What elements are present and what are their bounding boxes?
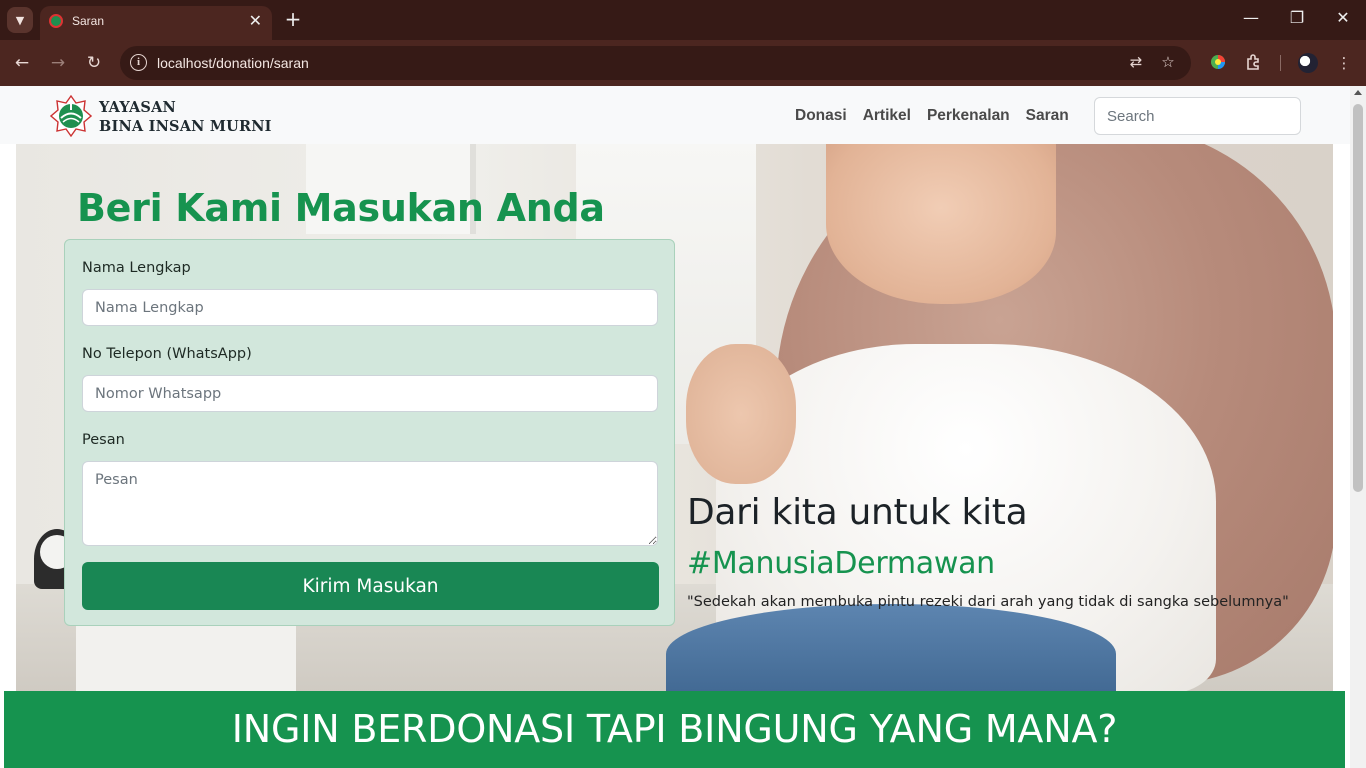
nav-link-artikel[interactable]: Artikel — [863, 107, 911, 125]
url-text[interactable]: localhost/donation/saran — [157, 55, 309, 71]
browser-toolbar: ← → ↻ i localhost/donation/saran ⇄ ☆ ⋮ — [0, 40, 1366, 86]
whatsapp-number-input[interactable] — [82, 375, 658, 412]
hero-section: Beri Kami Masukan Anda Nama Lengkap No T… — [16, 144, 1333, 691]
kebab-menu-icon[interactable]: ⋮ — [1334, 53, 1354, 73]
tab-favicon-icon — [49, 14, 63, 28]
brand-line-1: YAYASAN — [99, 99, 177, 116]
phone-label: No Telepon (WhatsApp) — [82, 346, 252, 362]
new-tab-plus-icon[interactable]: + — [282, 7, 304, 31]
search-input[interactable] — [1094, 97, 1301, 135]
background-cabinet — [76, 624, 296, 691]
hero-tagline: Dari kita untuk kita — [687, 492, 1028, 533]
forward-arrow-right-icon[interactable]: → — [46, 51, 70, 75]
nav-link-saran[interactable]: Saran — [1026, 107, 1069, 125]
reload-icon[interactable]: ↻ — [82, 51, 106, 75]
nav-link-perkenalan[interactable]: Perkenalan — [927, 107, 1010, 125]
site-info-icon[interactable]: i — [130, 54, 147, 71]
back-arrow-left-icon[interactable]: ← — [10, 51, 34, 75]
foundation-logo-icon[interactable] — [49, 94, 93, 138]
nav-link-donasi[interactable]: Donasi — [795, 107, 847, 125]
profile-avatar-icon[interactable] — [1298, 53, 1318, 73]
window-close-icon[interactable]: ✕ — [1331, 8, 1355, 27]
photo-face — [826, 144, 1056, 304]
scroll-up-arrow-icon[interactable] — [1354, 90, 1362, 95]
nav-links: Donasi Artikel Perkenalan Saran — [795, 107, 1085, 125]
toolbar-separator — [1280, 55, 1281, 71]
submit-feedback-button[interactable]: Kirim Masukan — [82, 562, 659, 610]
extensions-puzzle-icon[interactable] — [1244, 53, 1264, 73]
banner-heading: INGIN BERDONASI TAPI BINGUNG YANG MANA? — [231, 707, 1118, 751]
message-label: Pesan — [82, 432, 125, 448]
extension-color-icon[interactable] — [1208, 53, 1228, 73]
page-viewport: YAYASAN BINA INSAN MURNI Donasi Artikel … — [0, 86, 1350, 768]
tab-search-chevron-down-icon[interactable]: ▼ — [7, 7, 33, 33]
browser-tab-active[interactable]: Saran ✕ — [40, 6, 272, 40]
page-title: Beri Kami Masukan Anda — [77, 186, 605, 230]
scrollbar-thumb[interactable] — [1353, 104, 1363, 492]
address-bar[interactable]: i localhost/donation/saran ⇄ ☆ — [120, 46, 1191, 80]
brand-line-2: BINA INSAN MURNI — [99, 118, 272, 135]
brand-name[interactable]: YAYASAN BINA INSAN MURNI — [99, 98, 272, 136]
page-scrollbar[interactable] — [1350, 86, 1366, 768]
browser-tab-strip: ▼ Saran ✕ + — ❐ ✕ — [0, 0, 1366, 40]
site-navbar: YAYASAN BINA INSAN MURNI Donasi Artikel … — [0, 86, 1350, 144]
translate-icon[interactable]: ⇄ — [1126, 53, 1146, 71]
donation-banner: INGIN BERDONASI TAPI BINGUNG YANG MANA? — [4, 691, 1345, 768]
hero-quote: "Sedekah akan membuka pintu rezeki dari … — [687, 594, 1289, 610]
tab-close-icon[interactable]: ✕ — [249, 11, 262, 30]
hero-hashtag: #ManusiaDermawan — [687, 546, 995, 581]
message-textarea[interactable] — [82, 461, 658, 546]
window-minimize-icon[interactable]: — — [1239, 8, 1263, 27]
feedback-form: Nama Lengkap No Telepon (WhatsApp) Pesan… — [64, 239, 675, 626]
photo-hand-with-phone — [686, 344, 796, 484]
tab-title: Saran — [72, 14, 105, 28]
name-label: Nama Lengkap — [82, 260, 191, 276]
full-name-input[interactable] — [82, 289, 658, 326]
bookmark-star-icon[interactable]: ☆ — [1158, 53, 1178, 71]
window-restore-icon[interactable]: ❐ — [1285, 8, 1309, 27]
